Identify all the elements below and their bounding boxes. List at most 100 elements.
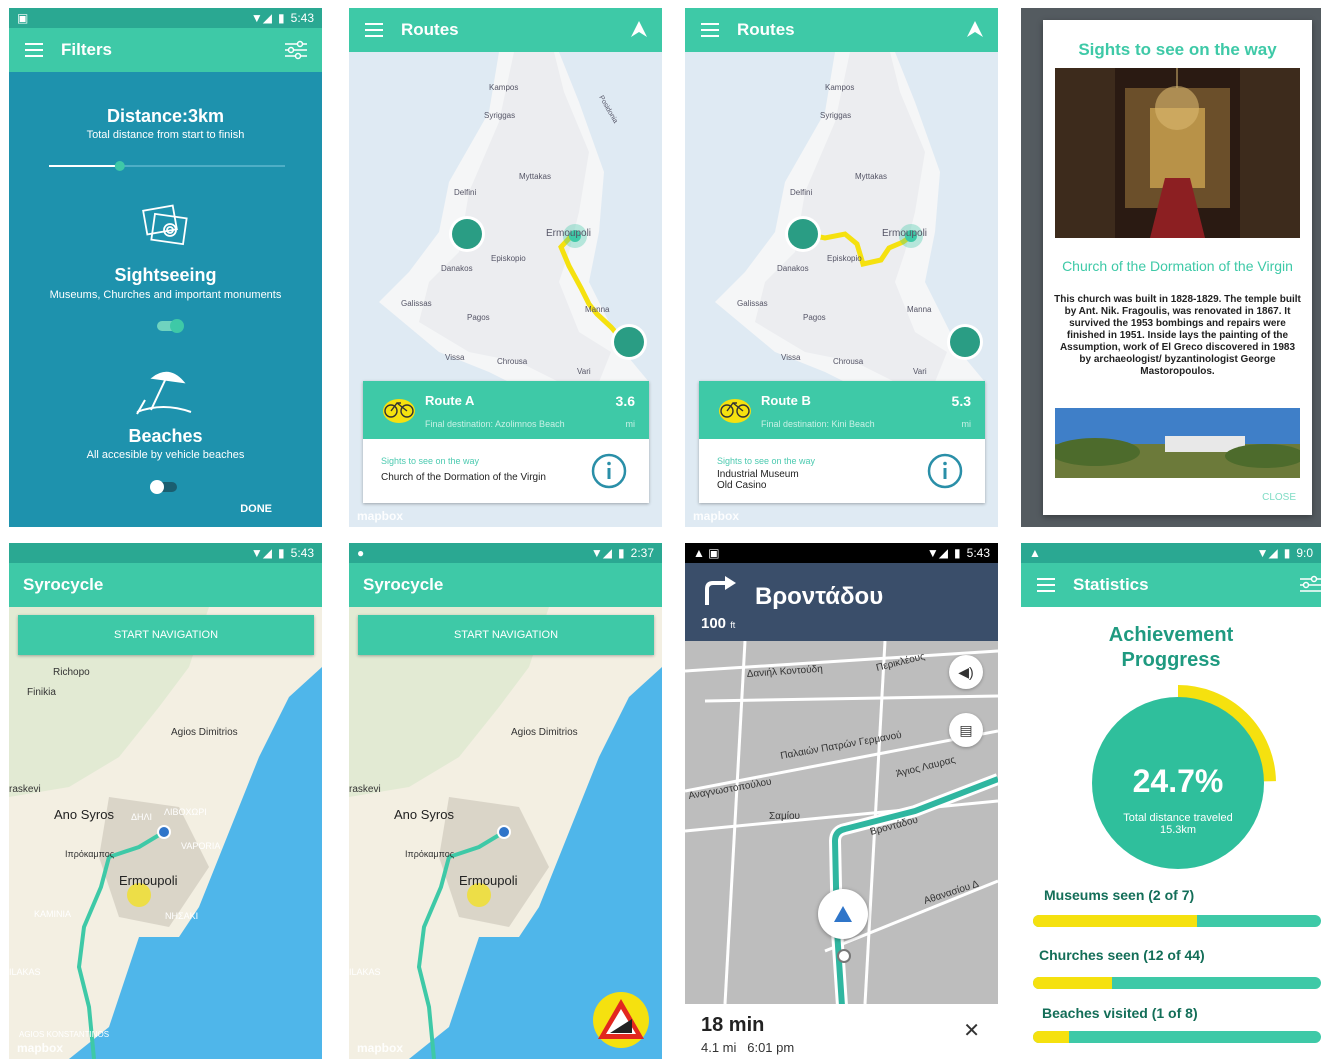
done-button[interactable]: DONE: [240, 503, 272, 515]
info-icon[interactable]: [591, 453, 627, 489]
status-bar: ● ▼◢ ▮ 2:37: [349, 543, 662, 563]
map-label: Episkopio: [491, 254, 526, 263]
route-card[interactable]: Route B 5.3 Final destination: Kini Beac…: [699, 381, 985, 503]
app-bar: Filters: [9, 28, 322, 72]
info-icon[interactable]: [927, 453, 963, 489]
map-label: Agios Dimitrios: [171, 727, 238, 738]
menu-icon[interactable]: [1037, 578, 1055, 592]
screenshot-icon: ▣: [17, 11, 29, 25]
museums-progress-bar: [1033, 915, 1321, 927]
dialog-title: Sights to see on the way: [1078, 40, 1277, 59]
map-label: Finikia: [27, 687, 56, 698]
map-label: Vari: [913, 367, 927, 376]
battery-icon: ▮: [278, 546, 285, 560]
beaches-label: Beaches visited (1 of 8): [1042, 1005, 1198, 1021]
sights-label: Sights to see on the way: [381, 456, 480, 466]
steep-slope-warning-icon[interactable]: [592, 991, 650, 1049]
map-label: Manna: [585, 305, 610, 314]
status-bar: ▼◢ ▮ 5:43: [9, 543, 322, 563]
route-distance: 3.6: [615, 393, 635, 409]
menu-icon[interactable]: [701, 23, 719, 37]
map-label: Vissa: [445, 353, 465, 362]
route-unit: mi: [961, 419, 972, 429]
sights-modal-screen: Sights to see on the way Church of the D…: [1021, 8, 1321, 527]
sights-value-1: Industrial Museum: [717, 469, 799, 480]
route-name: Route A: [425, 393, 475, 408]
eta-minutes: 18 min: [701, 1014, 765, 1036]
navigation-arrow-icon[interactable]: [630, 20, 648, 38]
sightseeing-title: Sightseeing: [114, 265, 217, 285]
status-time: 9:0: [1296, 546, 1313, 560]
map-label: ΛΙΒΟΧΩΡΙ: [164, 807, 207, 817]
syrocycle-map-screen: ▼◢ ▮ 5:43 Syrocycle Richopo Finikia Agio…: [9, 543, 322, 1059]
status-time: 5:43: [290, 11, 314, 25]
map-label: Kampos: [489, 83, 518, 92]
statistics-screen: ▲ ▼◢ ▮ 9:0 Statistics Achievement Proggr…: [1021, 543, 1321, 1059]
close-icon[interactable]: ✕: [963, 1018, 980, 1043]
maneuver-unit: ft: [730, 620, 736, 630]
progress-subtitle: Total distance traveled: [1123, 812, 1233, 824]
map-label: Delfini: [454, 188, 476, 197]
user-location-icon: [818, 889, 868, 939]
trip-summary: 18 min 4.1 mi 6:01 pm ✕: [685, 1004, 998, 1059]
sights-dialog: Sights to see on the way Church of the D…: [1043, 20, 1312, 515]
map-label: Danakos: [441, 264, 473, 273]
route-destination: Final destination: Kini Beach: [761, 419, 875, 429]
eta-detail: 4.1 mi 6:01 pm: [701, 1040, 795, 1055]
menu-icon[interactable]: [365, 23, 383, 37]
map-label: Vari: [577, 367, 591, 376]
sightseeing-toggle[interactable]: [155, 317, 189, 335]
map-label: Syriggas: [484, 111, 515, 120]
routes-screen-a: Routes Kampos Syriggas Myttakas Delfini …: [349, 8, 662, 527]
filter-sliders-icon[interactable]: [284, 40, 308, 60]
map-label: Vissa: [781, 353, 801, 362]
map-label: ILAKAS: [9, 967, 41, 977]
status-bar: ▲ ▣ ▼◢ ▮ 5:43: [685, 543, 998, 563]
map-label: VAPORIA: [181, 841, 220, 851]
map-label: Danakos: [777, 264, 809, 273]
map-label: Episkopio: [827, 254, 862, 263]
distance-slider[interactable]: [47, 158, 287, 174]
menu-icon[interactable]: [25, 43, 43, 57]
map-label: Kampos: [825, 83, 854, 92]
achievement-heading: Achievement Proggress: [1108, 624, 1234, 671]
app-bar: Syrocycle: [349, 563, 662, 607]
battery-icon: ▮: [618, 546, 625, 560]
page-title: Routes: [401, 20, 459, 39]
map-label: Agios Dimitrios: [511, 727, 578, 738]
map-label: Manna: [907, 305, 932, 314]
sound-icon[interactable]: ◀): [949, 655, 983, 689]
start-navigation-button[interactable]: START NAVIGATION: [18, 615, 314, 655]
sights-value-2: Old Casino: [717, 480, 767, 491]
map-label: Σαμίου: [769, 810, 800, 822]
museum-exterior-photo: [1055, 408, 1300, 478]
sights-value: Church of the Dormation of the Virgin: [381, 472, 546, 483]
bike-route-icon: [719, 399, 751, 423]
museums-label: Museums seen (2 of 7): [1044, 887, 1195, 903]
maneuver-banner: Βροντάδου 100 ft: [685, 563, 998, 641]
map-label: raskevi: [9, 784, 41, 795]
churches-label: Churches seen (12 of 44): [1039, 947, 1205, 963]
maneuver-distance: 100: [701, 615, 727, 632]
church-interior-photo: [1055, 68, 1300, 238]
route-distance: 5.3: [951, 393, 971, 409]
beaches-toggle[interactable]: [147, 478, 181, 496]
filter-sliders-icon[interactable]: [1299, 575, 1321, 595]
feedback-icon[interactable]: ▤: [949, 713, 983, 747]
turn-by-turn-screen: ▲ ▣ ▼◢ ▮ 5:43 Βροντάδου 100 ft Δανιήλ Κο…: [685, 543, 998, 1059]
signal-icon: ▼◢: [590, 546, 613, 560]
turn-right-icon: [705, 576, 736, 605]
city-map[interactable]: Richopo Finikia Agios Dimitrios raskevi …: [9, 607, 322, 1059]
start-navigation-button[interactable]: START NAVIGATION: [358, 615, 654, 655]
page-title: Filters: [61, 40, 113, 59]
signal-icon: ▼◢: [926, 546, 949, 560]
status-time: 5:43: [290, 546, 314, 560]
route-card[interactable]: Route A 3.6 Final destination: Azolimnos…: [363, 381, 649, 503]
progress-distance: 15.3km: [1159, 824, 1197, 836]
page-title: Routes: [737, 20, 795, 39]
navigation-arrow-icon[interactable]: [966, 20, 984, 38]
syrocycle-warning-screen: ● ▼◢ ▮ 2:37 Syrocycle Agios Dimitrios ra…: [349, 543, 662, 1059]
close-button[interactable]: CLOSE: [1262, 492, 1296, 503]
notification-icon: ▲: [1029, 546, 1041, 560]
route-end-marker: [837, 949, 851, 963]
